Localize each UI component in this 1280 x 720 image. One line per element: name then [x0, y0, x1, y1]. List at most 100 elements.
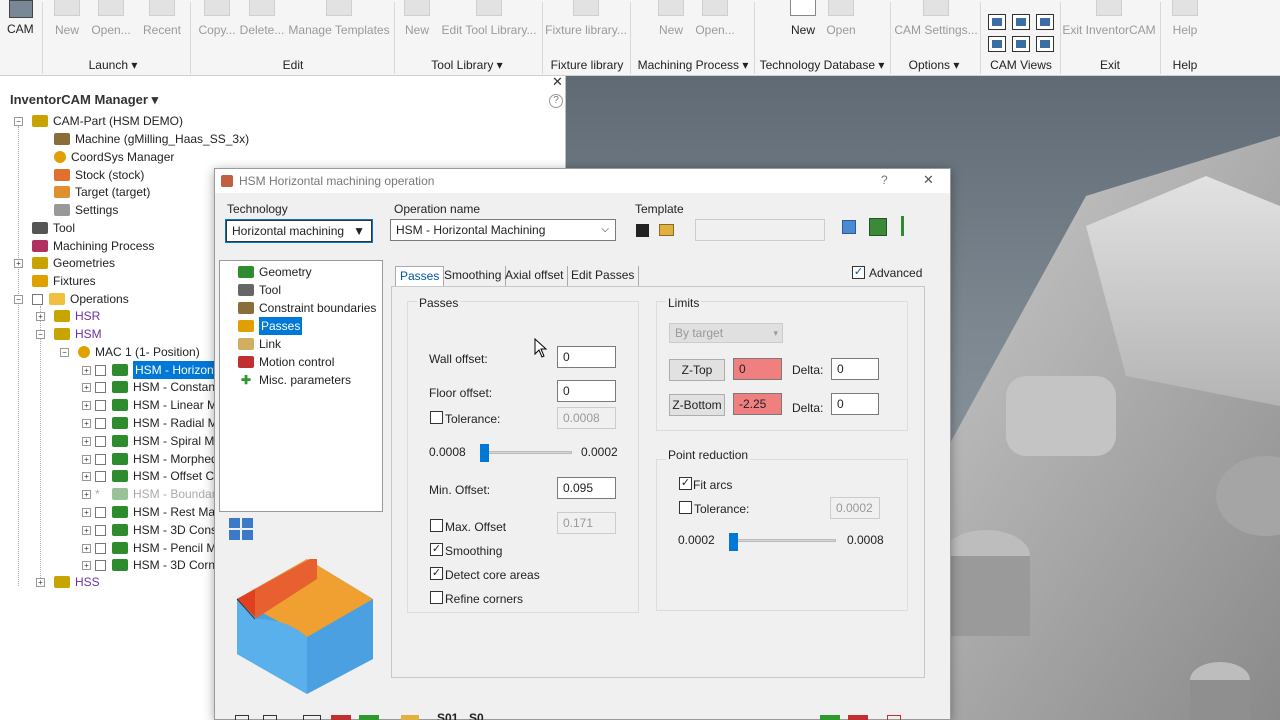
- advanced-checkbox[interactable]: ✓: [852, 266, 865, 279]
- pr-tolerance-checkbox[interactable]: [679, 501, 692, 514]
- tree-item-geometries[interactable]: Geometries: [32, 254, 115, 272]
- smoothing-checkbox[interactable]: ✓: [430, 543, 443, 556]
- expand-toggle[interactable]: +: [82, 436, 91, 446]
- tech-db-icon[interactable]: [869, 218, 887, 236]
- process-open-button[interactable]: Open...: [695, 0, 735, 50]
- op-checkbox[interactable]: [95, 559, 106, 571]
- fixture-library-button[interactable]: Fixture library...: [545, 0, 627, 50]
- expand-toggle[interactable]: +: [36, 312, 45, 321]
- min-offset-input[interactable]: 0.095: [557, 477, 616, 499]
- nav-motion-control[interactable]: Motion control: [238, 353, 334, 371]
- max-offset-checkbox[interactable]: [430, 519, 443, 532]
- dialog-help-icon[interactable]: ?: [881, 173, 888, 187]
- technology-select[interactable]: Horizontal machining ▼: [226, 220, 372, 242]
- options-group-menu[interactable]: Options ▾: [904, 55, 964, 75]
- process-new-button[interactable]: New: [656, 0, 686, 50]
- manager-help-icon[interactable]: ?: [549, 94, 563, 108]
- fit-arcs-checkbox[interactable]: ✓: [679, 477, 692, 490]
- template-select[interactable]: [695, 219, 825, 241]
- tree-item-hss[interactable]: HSS: [54, 573, 100, 591]
- expand-toggle[interactable]: +: [82, 418, 91, 428]
- nav-link[interactable]: Link: [238, 335, 281, 353]
- tool-library-group-menu[interactable]: Tool Library ▾: [426, 55, 508, 75]
- view-cube-icon[interactable]: [988, 14, 1006, 30]
- calculate-icon[interactable]: [303, 715, 321, 720]
- z-bottom-input[interactable]: -2.25: [733, 393, 782, 415]
- tree-op-row[interactable]: + * HSM - Boundary: [82, 485, 222, 503]
- view-cube-icon[interactable]: [1012, 14, 1030, 30]
- tree-item-stock[interactable]: Stock (stock): [54, 166, 144, 184]
- operations-checkbox[interactable]: [32, 293, 43, 305]
- op-checkbox[interactable]: [95, 417, 106, 429]
- techdb-new-button[interactable]: New: [788, 0, 818, 50]
- tree-op-row[interactable]: + HSM - Horizonta: [82, 361, 226, 379]
- expand-toggle[interactable]: +: [82, 489, 91, 499]
- save-exit-icon[interactable]: [820, 715, 840, 720]
- tool-new-button[interactable]: New: [402, 0, 432, 50]
- launch-new-button[interactable]: New: [52, 0, 82, 50]
- z-bottom-button[interactable]: Z-Bottom: [669, 394, 725, 416]
- tree-item-settings[interactable]: Settings: [54, 201, 118, 219]
- tree-item-machining-process[interactable]: Machining Process: [32, 237, 154, 255]
- tab-edit-passes[interactable]: Edit Passes: [567, 266, 640, 286]
- nav-passes[interactable]: Passes: [238, 317, 303, 335]
- tree-op-row[interactable]: + HSM - 3D Consta: [82, 521, 227, 539]
- op-checkbox[interactable]: [95, 524, 106, 536]
- tree-item-operations[interactable]: Operations: [32, 290, 129, 308]
- tolerance-checkbox[interactable]: [430, 411, 443, 424]
- nav-geometry[interactable]: Geometry: [238, 263, 312, 281]
- launch-recent-button[interactable]: Recent: [142, 0, 182, 50]
- expand-toggle[interactable]: +: [82, 382, 91, 392]
- info-icon[interactable]: [842, 220, 856, 234]
- tree-op-row[interactable]: + HSM - Offset Cu: [82, 467, 221, 485]
- technology-database-group-menu[interactable]: Technology Database ▾: [758, 55, 886, 75]
- manager-title[interactable]: InventorCAM Manager ▾: [10, 92, 158, 108]
- save-copy-icon[interactable]: [263, 715, 277, 720]
- techdb-open-button[interactable]: Open: [824, 0, 858, 50]
- floor-offset-input[interactable]: 0: [557, 380, 616, 402]
- op-checkbox[interactable]: [95, 470, 106, 482]
- tab-passes[interactable]: Passes: [395, 266, 445, 286]
- limits-mode-select[interactable]: By target ▾: [669, 323, 783, 343]
- tree-op-row[interactable]: + HSM - Spiral Mac: [82, 432, 227, 450]
- tree-op-row[interactable]: + HSM - Linear Ma: [82, 396, 224, 414]
- max-offset-input[interactable]: 0.171: [557, 512, 616, 534]
- op-checkbox[interactable]: [95, 364, 106, 376]
- operation-name-select[interactable]: HSM - Horizontal Machining ⌵: [390, 219, 616, 241]
- expand-toggle[interactable]: +: [82, 543, 91, 553]
- op-checkbox[interactable]: [95, 381, 106, 393]
- tolerance-input[interactable]: 0.0008: [557, 407, 616, 429]
- tree-item-machine[interactable]: Machine (gMilling_Haas_SS_3x): [54, 130, 249, 148]
- panel-close-icon[interactable]: ✕: [552, 74, 563, 90]
- tolerance-slider[interactable]: [484, 451, 572, 454]
- detect-core-areas-checkbox[interactable]: ✓: [430, 567, 443, 580]
- view-cube-icon[interactable]: [1012, 36, 1030, 52]
- op-checkbox[interactable]: [95, 435, 106, 447]
- exit-icon[interactable]: [848, 715, 868, 720]
- tree-op-row[interactable]: + HSM - Constant: [82, 378, 218, 396]
- cam-settings-button[interactable]: CAM Settings...: [894, 0, 978, 50]
- op-checkbox[interactable]: [95, 542, 106, 554]
- expand-toggle[interactable]: +: [82, 400, 91, 410]
- expand-toggle[interactable]: +: [14, 259, 23, 268]
- launch-group-menu[interactable]: Launch ▾: [78, 55, 148, 75]
- expand-toggle[interactable]: +: [82, 525, 91, 535]
- pr-tolerance-input[interactable]: 0.0002: [830, 497, 880, 519]
- tab-smoothing[interactable]: Smoothing: [440, 266, 507, 286]
- tree-item-cam-part[interactable]: CAM-Part (HSM DEMO): [32, 112, 183, 130]
- tree-item-mac[interactable]: MAC 1 (1- Position): [78, 343, 200, 361]
- add-icon[interactable]: [359, 715, 379, 720]
- exit-inventorcam-button[interactable]: Exit InventorCAM: [1062, 0, 1156, 50]
- copy-button[interactable]: Copy...: [198, 0, 236, 50]
- save-template-icon[interactable]: [636, 224, 649, 237]
- wall-offset-input[interactable]: 0: [557, 346, 616, 368]
- cancel-icon[interactable]: [887, 715, 901, 720]
- open-template-icon[interactable]: [659, 224, 674, 236]
- delete-button[interactable]: Delete...: [240, 0, 284, 50]
- cam-button[interactable]: CAM: [0, 0, 40, 50]
- tree-item-fixtures[interactable]: Fixtures: [32, 272, 96, 290]
- delta-top-input[interactable]: 0: [831, 358, 879, 380]
- tree-op-row[interactable]: + HSM - 3D Corne: [82, 556, 222, 574]
- nav-misc-parameters[interactable]: ✚ Misc. parameters: [238, 371, 351, 389]
- collapse-toggle[interactable]: −: [60, 348, 69, 357]
